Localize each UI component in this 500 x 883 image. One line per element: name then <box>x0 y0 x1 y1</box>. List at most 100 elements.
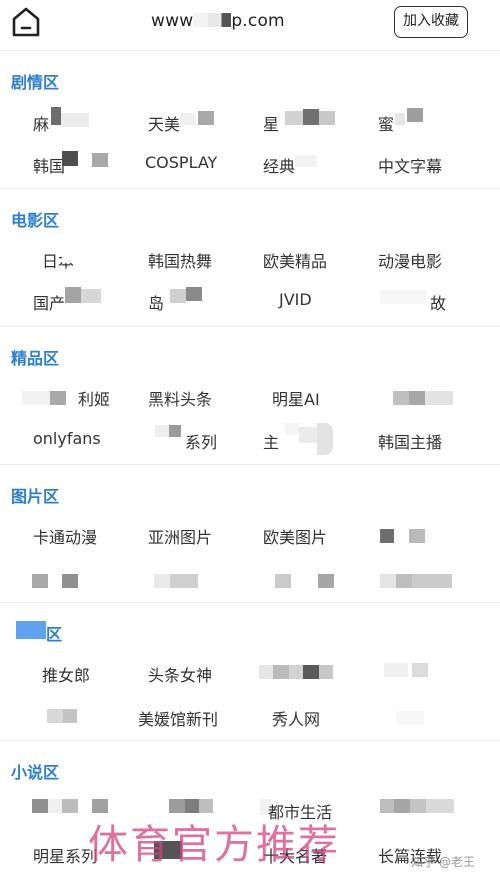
redaction-block <box>299 427 317 443</box>
redaction-block <box>425 391 453 405</box>
category-link[interactable]: 岛 <box>148 290 164 314</box>
add-bookmark-button[interactable]: 加入收藏 <box>394 6 468 38</box>
redaction-block <box>380 799 394 813</box>
category-link[interactable]: 蜜 <box>378 111 394 135</box>
source-credit: 知乎 @老王 <box>411 855 475 869</box>
redaction-block <box>92 153 108 167</box>
category-link[interactable]: 明星AI <box>272 386 320 410</box>
section-title: 电影区 <box>11 211 60 230</box>
redaction-block <box>380 290 426 304</box>
url-suffix: p.com <box>231 11 285 31</box>
category-link[interactable]: 卡通动漫 <box>33 524 97 548</box>
redaction-block <box>319 665 333 679</box>
redaction-block <box>412 574 452 588</box>
category-link[interactable]: 韩国 <box>33 153 65 177</box>
redaction-block <box>380 529 394 543</box>
category-link[interactable]: 头条女神 <box>148 662 212 686</box>
section-title: 小说区 <box>11 763 60 782</box>
category-link[interactable]: 美媛馆新刊 <box>138 706 218 730</box>
category-link[interactable]: 欧美图片 <box>263 524 327 548</box>
redaction-block <box>318 574 334 588</box>
home-icon[interactable] <box>11 6 41 38</box>
category-link[interactable]: 天美 <box>148 111 180 135</box>
category-link[interactable]: JVID <box>279 290 312 309</box>
redaction-block <box>48 799 62 813</box>
redaction-block <box>62 247 80 263</box>
redaction-block <box>180 113 196 125</box>
redaction-block <box>407 108 423 122</box>
section-drama: 剧情区 麻 天美 星 蜜 韩国 COSPLAY 经典 中文字幕 <box>0 50 500 188</box>
redaction-block <box>295 155 317 167</box>
redaction-block <box>285 423 299 435</box>
category-link[interactable]: 主 <box>263 429 279 453</box>
category-link[interactable]: 系列 <box>185 429 217 453</box>
redaction-block <box>384 663 408 677</box>
redaction-block <box>32 574 48 588</box>
redaction-block <box>22 391 50 405</box>
redaction-block <box>62 151 78 166</box>
redaction-block <box>393 391 409 405</box>
category-link[interactable]: 中文字幕 <box>378 153 442 177</box>
category-link[interactable]: 利姬 <box>78 386 110 410</box>
category-link[interactable]: onlyfans <box>33 429 101 448</box>
redaction-block <box>259 665 273 679</box>
redaction-block <box>186 287 202 301</box>
redaction-block <box>62 574 78 588</box>
redaction-block <box>169 799 185 813</box>
redaction-block <box>395 113 405 125</box>
redaction-block <box>185 799 199 813</box>
redaction-block <box>285 111 303 125</box>
redaction-block <box>409 529 425 543</box>
section-pictures: 图片区 卡通动漫 亚洲图片 欧美图片 <box>0 464 500 603</box>
section-title: 精品区 <box>11 349 60 368</box>
redaction-block <box>32 799 48 813</box>
redaction-block <box>47 709 63 723</box>
redaction-block <box>170 289 186 303</box>
category-link[interactable]: 星 <box>263 111 279 135</box>
site-url: www p.com <box>151 11 285 31</box>
category-link[interactable]: 韩国主播 <box>378 429 442 453</box>
redaction-block <box>303 665 319 679</box>
category-link[interactable]: 推女郎 <box>42 662 90 686</box>
redaction-block <box>63 709 77 723</box>
category-link[interactable]: 秀人网 <box>272 706 320 730</box>
watermark-text: 体育官方推荐 <box>88 822 340 868</box>
redaction-block <box>303 109 319 125</box>
redaction-block <box>92 799 108 813</box>
redaction-block <box>198 111 214 125</box>
redaction-block <box>273 665 289 679</box>
page: www p.com 加入收藏 剧情区 麻 天美 星 蜜 韩国 COSPLAY 经典… <box>0 0 500 883</box>
section-featured: 精品区 利姬 黑料头条 明星AI onlyfans 系列 主 韩国主播 <box>0 326 500 465</box>
redaction-block <box>81 289 101 303</box>
redaction-block <box>380 574 396 588</box>
redaction-block <box>410 799 426 813</box>
category-link[interactable]: 经典 <box>263 153 295 177</box>
redaction-block <box>289 665 303 679</box>
redaction-block <box>412 663 428 677</box>
category-link[interactable]: 韩国热舞 <box>148 248 212 272</box>
redaction-block <box>65 287 81 303</box>
category-link[interactable]: COSPLAY <box>145 153 217 172</box>
redaction-block <box>396 711 424 725</box>
section-title: 图片区 <box>11 487 60 506</box>
redaction-block <box>51 107 61 125</box>
header-bar: www p.com 加入收藏 <box>0 0 500 48</box>
category-link[interactable]: 亚洲图片 <box>148 524 212 548</box>
url-redaction <box>193 13 232 27</box>
category-link[interactable]: 故 <box>430 290 446 314</box>
section-models: 区 推女郎 头条女神 美媛馆新刊 秀人网 <box>0 602 500 741</box>
redaction-block <box>170 574 198 588</box>
redaction-block <box>317 423 333 455</box>
redaction-block <box>62 799 78 813</box>
url-prefix: www <box>151 11 194 31</box>
category-link[interactable]: 国产 <box>33 290 65 314</box>
redaction-block <box>169 425 181 437</box>
redaction-block <box>154 574 170 588</box>
section-movies: 电影区 日本 韩国热舞 欧美精品 动漫电影 国产 岛 JVID 故 <box>0 188 500 327</box>
category-link[interactable]: 黑料头条 <box>148 386 212 410</box>
category-link[interactable]: 动漫电影 <box>378 248 442 272</box>
section-title: 区 <box>46 625 63 644</box>
category-link[interactable]: 欧美精品 <box>263 248 327 272</box>
redaction-block <box>16 621 46 639</box>
category-link[interactable]: 麻 <box>33 111 49 135</box>
